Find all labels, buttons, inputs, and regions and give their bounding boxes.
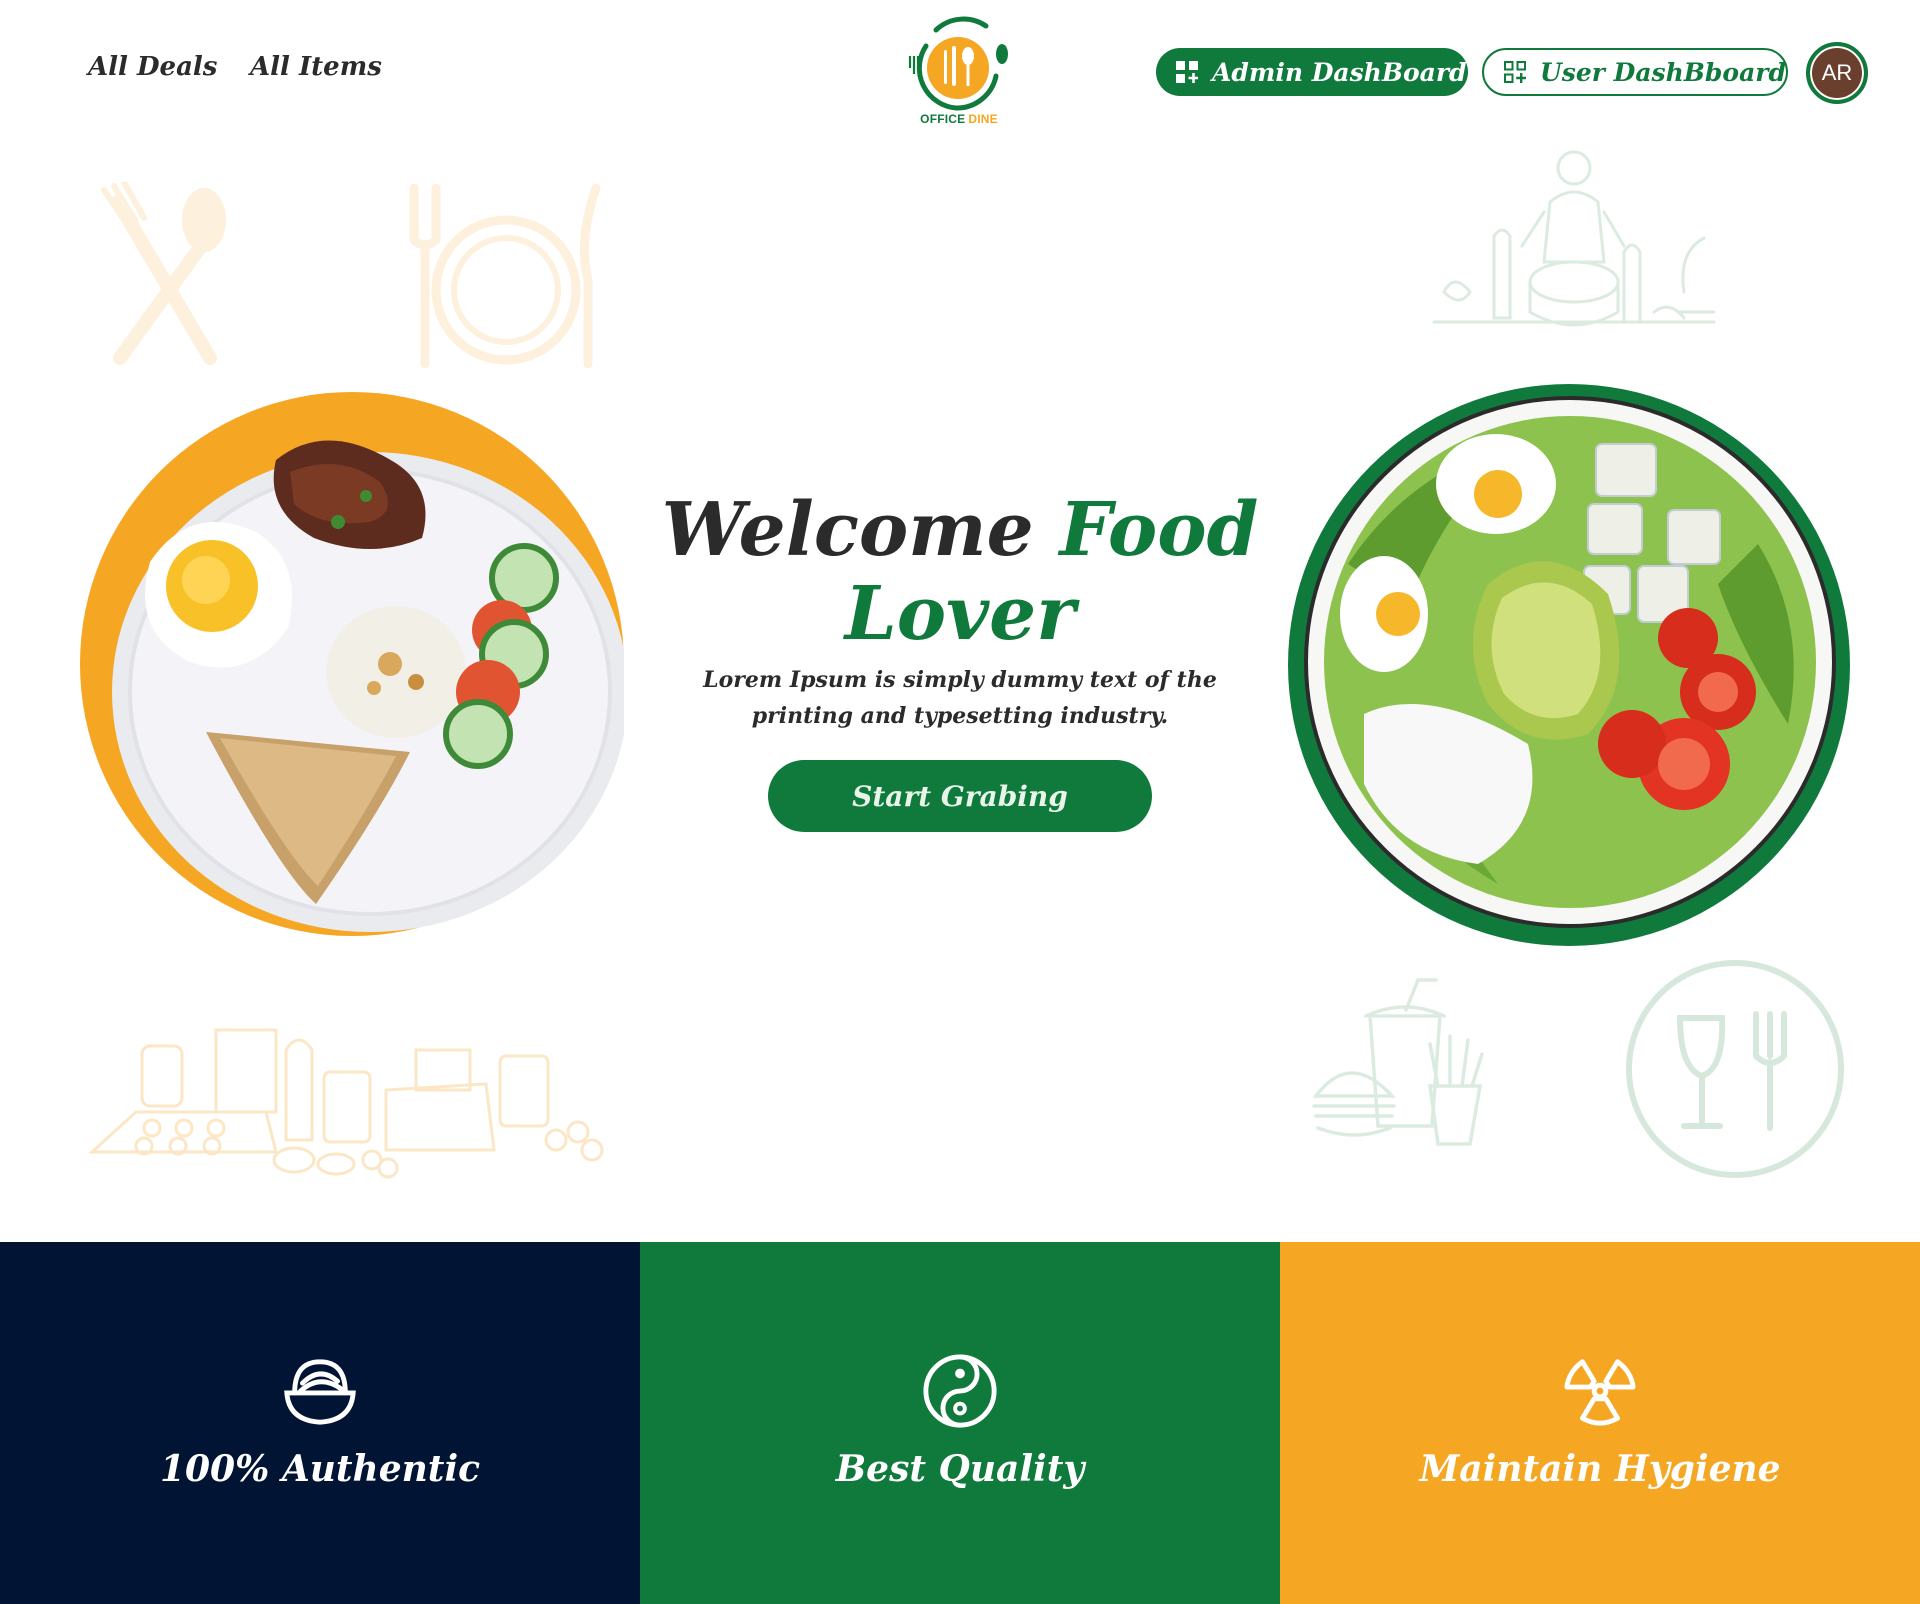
nav-all-deals[interactable]: All Deals	[88, 52, 217, 82]
user-dashboard-label: User DashBboard	[1540, 57, 1786, 87]
breakfast-plate-image	[80, 392, 628, 936]
logo-word-dine: DINE	[968, 112, 998, 126]
fastfood-sketch-decor-icon	[1312, 978, 1484, 1146]
qr-add-icon	[1504, 61, 1526, 83]
logo-mark-icon	[908, 16, 1008, 111]
hero-title-lover: Lover	[844, 571, 1076, 657]
logo-word-office: OFFICE	[920, 112, 966, 126]
fork-spoon-decor-icon	[101, 182, 226, 365]
office-dine-logo[interactable]: OFFICE DINE	[906, 16, 1012, 128]
feature-authentic: 100% Authentic	[0, 1242, 640, 1604]
glass-fork-decor-icon	[1626, 960, 1844, 1178]
user-dashboard-button[interactable]: User DashBboard	[1482, 48, 1788, 96]
start-grabing-button[interactable]: Start Grabing	[768, 760, 1152, 832]
plate-cutlery-decor-icon	[409, 183, 601, 369]
dashboard-add-icon	[1176, 61, 1198, 83]
nav-all-items[interactable]: All Items	[250, 52, 382, 82]
user-avatar[interactable]: AR	[1806, 42, 1868, 104]
yin-yang-icon	[923, 1354, 997, 1428]
radiation-icon	[1564, 1359, 1636, 1426]
feature-quality-label: Best Quality	[835, 1448, 1085, 1490]
feature-hygiene-label: Maintain Hygiene	[1419, 1448, 1781, 1490]
salad-bowl-image	[1288, 384, 1850, 946]
chef-kitchen-sketch-decor-icon	[1432, 150, 1716, 327]
hero-title-welcome: Welcome	[661, 487, 1034, 573]
feature-authentic-label: 100% Authentic	[159, 1448, 481, 1490]
feature-hygiene: Maintain Hygiene	[1280, 1242, 1920, 1604]
hero-title: Welcome Food Lover	[660, 488, 1260, 656]
admin-dashboard-button[interactable]: Admin DashBoard	[1156, 48, 1468, 96]
salad-bowl-illustration	[1304, 396, 1836, 928]
hero-subtitle: Lorem Ipsum is simply dummy text of the …	[703, 667, 1217, 729]
groceries-sketch-decor-icon	[88, 1028, 604, 1179]
hero-title-food: Food	[1059, 487, 1259, 573]
features-strip: 100% Authentic Best Quality Maintain Hyg…	[0, 1242, 1920, 1604]
admin-dashboard-label: Admin DashBoard	[1212, 57, 1467, 87]
breakfast-plate-illustration	[112, 440, 628, 932]
feature-quality: Best Quality	[640, 1242, 1280, 1604]
bowl-icon	[284, 1359, 356, 1425]
